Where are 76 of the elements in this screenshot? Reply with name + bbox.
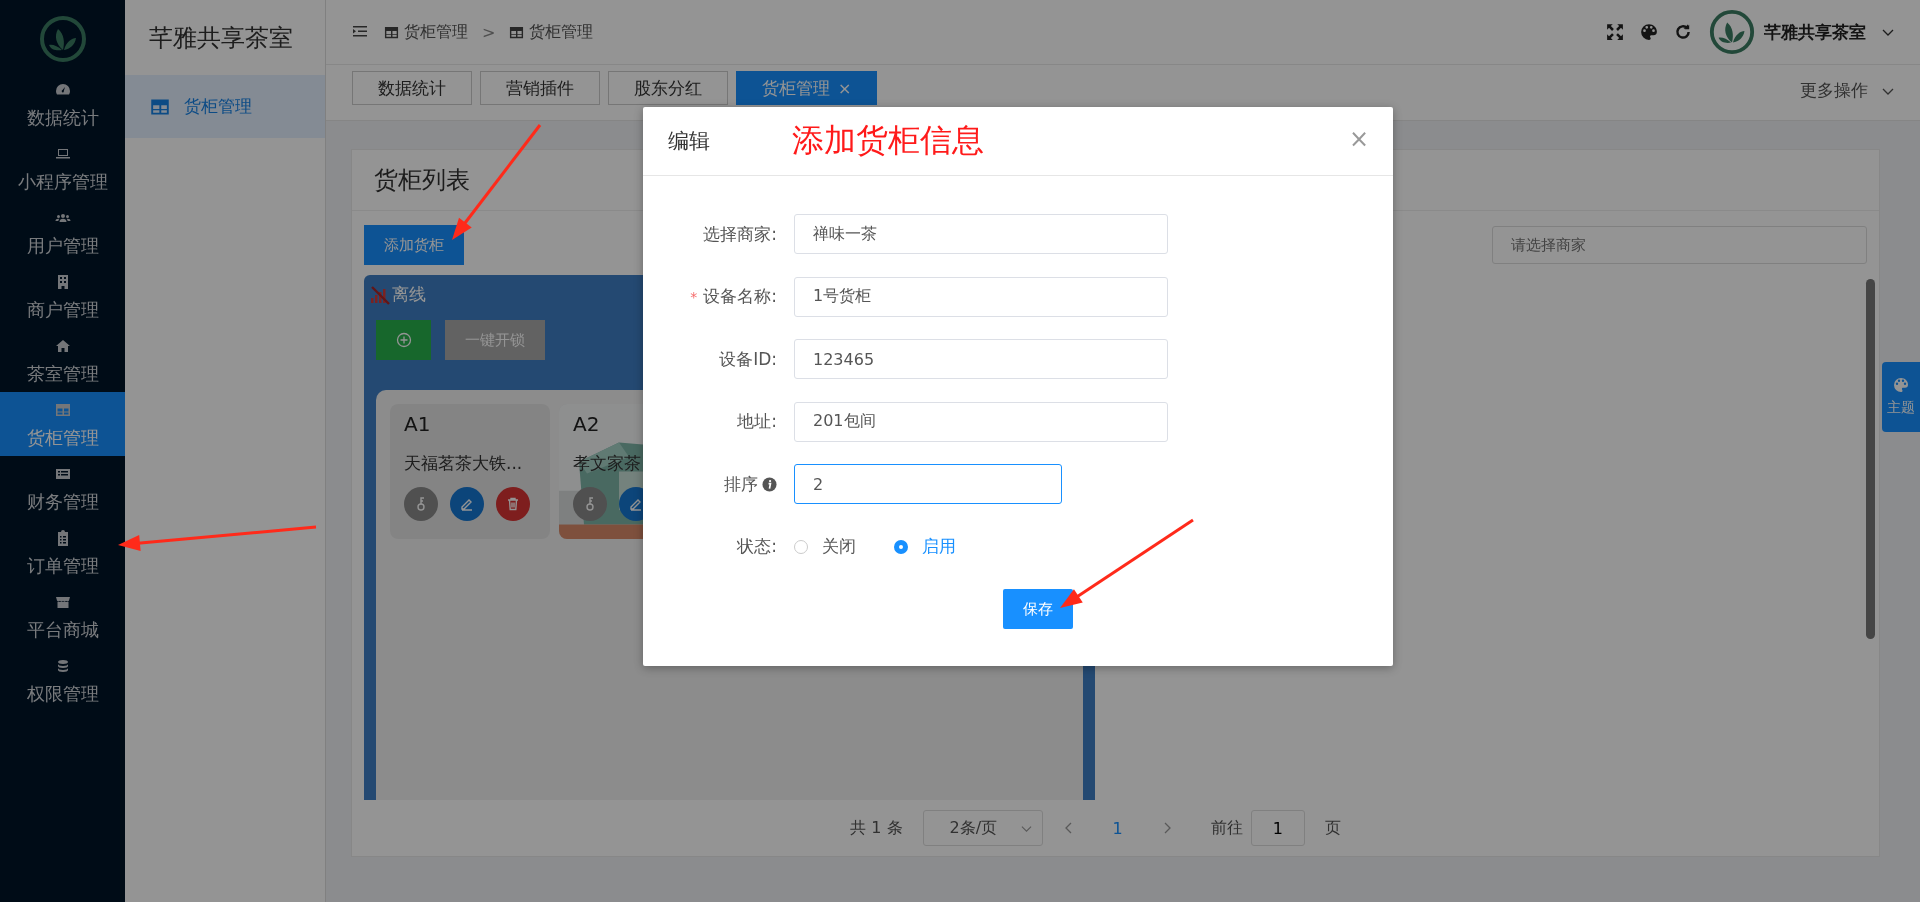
sidebar-item[interactable]: 平台商城 [0,584,125,648]
close-icon[interactable]: × [1348,125,1369,153]
theme-tab[interactable]: 主题 [1882,362,1920,432]
slot-code: A2 [573,411,601,436]
goto-label: 前往 [1210,817,1243,839]
add-slot-button[interactable] [376,320,431,360]
breadcrumb-item[interactable]: 货柜管理 [509,21,594,43]
field-label: 地址: [737,410,777,433]
page-tab[interactable]: 股东分红 [608,71,728,105]
text-input-field[interactable]: 1号货柜 [794,276,1168,317]
sidebar-item[interactable]: 茶室管理 [0,328,125,392]
trash-icon [505,496,521,512]
add-cabinet-button[interactable]: 添加货柜 [364,225,464,265]
field-label: 状态: [737,535,777,558]
text-input-field[interactable]: 2 [794,464,1062,504]
page-tab[interactable]: 货柜管理 × [736,71,878,105]
user-name[interactable]: 芊雅共享茶室 [1764,20,1866,44]
field-label: 设备名称: [703,285,777,308]
sidebar-item[interactable]: 商户管理 [0,264,125,328]
sidebar-item[interactable]: 用户管理 [0,200,125,264]
gauge-icon [54,82,71,98]
sidebar-item[interactable]: 财务管理 [0,456,125,520]
key-button[interactable] [404,487,438,521]
close-tab-icon[interactable]: × [838,78,852,98]
store-icon [54,594,71,610]
page-tab[interactable]: 数据统计 [352,71,472,105]
slot-code: A1 [404,411,432,436]
laptop-icon [54,146,71,162]
sidebar-item[interactable]: 权限管理 [0,648,125,712]
refresh-icon[interactable] [1674,23,1692,41]
sidebar-item[interactable]: 数据统计 [0,72,125,136]
sidebar-item[interactable]: 货柜管理 [0,392,125,456]
logo-icon [37,14,88,64]
fullscreen-icon[interactable] [1606,23,1624,41]
required-mark: * [690,288,698,305]
table-icon [384,24,399,40]
save-button[interactable]: 保存 [1003,589,1073,629]
field-label: 选择商家: [703,222,777,246]
info-icon[interactable] [762,476,777,492]
palette-icon[interactable] [1640,23,1658,41]
sidebar-item[interactable]: 订单管理 [0,520,125,584]
radio-button[interactable] [894,539,908,554]
field-label: 排序 [724,472,758,496]
option-label[interactable]: 启用 [922,535,956,558]
submenu-item[interactable]: 货柜管理 [125,75,325,138]
breadcrumb-separator: > [482,22,496,42]
total-count: 共 1 条 [850,817,903,839]
delete-button[interactable] [496,487,530,521]
home-icon [54,338,71,354]
option-label[interactable]: 关闭 [822,535,856,558]
product-name: 孝文家茶 [573,452,642,475]
status-text: 离线 [392,283,426,306]
field-label: 设备ID: [719,347,777,371]
page-suffix: 页 [1324,817,1341,839]
page-input-field[interactable]: 1 [1250,810,1305,846]
page-tab[interactable]: 营销插件 [480,71,600,105]
page-size-select[interactable]: 2条/页 [922,810,1043,846]
merchant-select-field[interactable]: 请选择商家 [1492,226,1867,264]
slot-card[interactable]: A1 天福茗茶大铁... [390,404,550,539]
breadcrumb-item[interactable]: 货柜管理 [384,21,468,43]
plus-circle-icon [395,332,412,348]
table-icon [509,24,525,40]
text-input-field[interactable]: 201包间 [794,401,1168,442]
table-icon [54,402,71,418]
brand-title: 芊雅共享茶室 [148,22,294,54]
more-actions-dropdown[interactable]: 更多操作 [1800,79,1894,102]
menu-icon[interactable] [352,24,368,40]
palette-icon [1893,377,1909,393]
product-name: 天福茗茶大铁... [404,452,524,475]
text-input-field[interactable]: 123465 [794,339,1168,379]
list-icon [54,466,71,482]
text-input-field[interactable]: 禅味一茶 [794,214,1168,254]
scrollbar-thumb[interactable] [1866,279,1875,639]
avatar-logo-icon[interactable] [1708,8,1756,56]
sidebar-item[interactable]: 小程序管理 [0,136,125,200]
page-number[interactable]: 1 [1112,818,1123,838]
